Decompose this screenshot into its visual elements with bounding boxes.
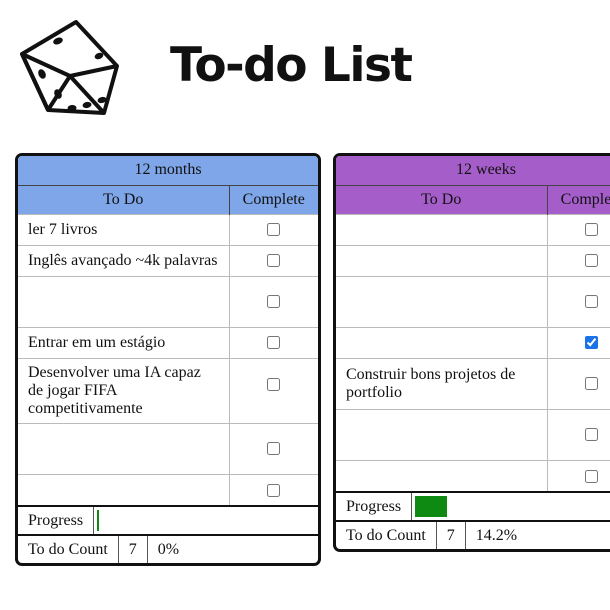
table-row	[336, 275, 610, 327]
count-row: To do Count 7 0%	[18, 534, 318, 563]
panels-container: 12 months To Do Complete ler 7 livros In…	[15, 153, 610, 566]
complete-checkbox[interactable]	[267, 295, 281, 309]
panel-footer: Progress To do Count 7 0%	[18, 505, 318, 563]
complete-checkbox[interactable]	[585, 223, 599, 237]
column-header-complete: Complete	[229, 185, 318, 214]
todo-text[interactable]	[18, 473, 230, 505]
todo-text[interactable]	[336, 244, 548, 276]
page-title: To-do List	[170, 38, 413, 93]
todo-text[interactable]: Construir bons projetos de portfolio	[336, 357, 548, 409]
todo-text[interactable]	[336, 408, 548, 460]
todo-text[interactable]	[336, 459, 548, 491]
count-percent: 14.2%	[475, 526, 518, 544]
complete-checkbox[interactable]	[585, 377, 599, 391]
count-label: To do Count	[18, 536, 119, 563]
table-row	[18, 422, 318, 474]
column-header-todo: To Do	[18, 185, 230, 214]
panel-footer: Progress To do Count 7 14.2%	[336, 491, 610, 549]
complete-checkbox[interactable]	[267, 254, 281, 268]
table-row	[336, 244, 610, 276]
todo-table: 12 weeks To Do Complete	[336, 156, 610, 491]
todo-text[interactable]: ler 7 livros	[18, 213, 230, 245]
complete-checkbox[interactable]	[585, 469, 599, 483]
complete-checkbox[interactable]	[585, 295, 599, 309]
table-row	[336, 459, 610, 491]
todo-table: 12 months To Do Complete ler 7 livros In…	[18, 156, 318, 505]
complete-checkbox[interactable]	[267, 336, 281, 350]
todo-text[interactable]: Entrar em um estágio	[18, 326, 230, 358]
complete-checkbox[interactable]	[267, 223, 281, 237]
table-row	[18, 275, 318, 327]
column-header-todo: To Do	[336, 185, 548, 214]
dice-icon	[20, 20, 119, 115]
complete-checkbox[interactable]	[267, 378, 281, 392]
panel-title: 12 weeks	[336, 156, 610, 186]
progress-fill	[97, 510, 100, 531]
todo-text[interactable]	[336, 275, 548, 327]
count-label: To do Count	[336, 522, 437, 549]
progress-row: Progress	[18, 505, 318, 534]
table-row	[336, 326, 610, 358]
table-row: Construir bons projetos de portfolio	[336, 357, 610, 409]
count-row: To do Count 7 14.2%	[336, 520, 610, 549]
table-row	[18, 473, 318, 505]
table-row: ler 7 livros	[18, 213, 318, 245]
page-header: To-do List	[0, 0, 610, 130]
complete-checkbox[interactable]	[585, 428, 599, 442]
progress-label: Progress	[336, 493, 413, 520]
table-row	[336, 408, 610, 460]
progress-label: Progress	[18, 507, 95, 534]
count-value: 7	[437, 522, 466, 549]
complete-checkbox[interactable]	[585, 336, 599, 350]
progress-bar	[94, 507, 318, 534]
todo-text[interactable]: Inglês avançado ~4k palavras	[18, 244, 230, 276]
panel-title: 12 months	[18, 156, 318, 186]
progress-bar	[412, 493, 610, 520]
table-row	[336, 213, 610, 245]
panel-12-weeks: 12 weeks To Do Complete	[333, 153, 610, 552]
table-row: Entrar em um estágio	[18, 326, 318, 358]
progress-fill	[415, 496, 448, 517]
complete-checkbox[interactable]	[585, 254, 599, 268]
todo-text[interactable]	[18, 275, 230, 327]
panel-12-months: 12 months To Do Complete ler 7 livros In…	[15, 153, 321, 566]
complete-checkbox[interactable]	[267, 483, 281, 497]
todo-text[interactable]: Desenvolver uma IA capaz de jogar FIFA c…	[18, 357, 230, 423]
count-percent: 0%	[157, 540, 180, 558]
todo-text[interactable]	[336, 213, 548, 245]
progress-row: Progress	[336, 491, 610, 520]
table-row: Desenvolver uma IA capaz de jogar FIFA c…	[18, 357, 318, 423]
complete-checkbox[interactable]	[267, 442, 281, 456]
column-header-complete: Complete	[547, 185, 610, 214]
count-value: 7	[119, 536, 148, 563]
todo-text[interactable]	[336, 326, 548, 358]
table-row: Inglês avançado ~4k palavras	[18, 244, 318, 276]
todo-text[interactable]	[18, 422, 230, 474]
